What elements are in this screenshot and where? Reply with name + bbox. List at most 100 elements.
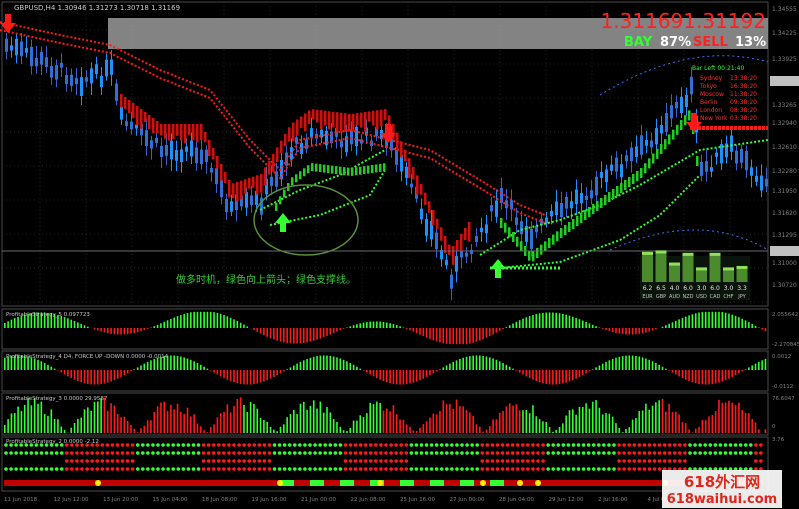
band-fill bbox=[588, 207, 591, 217]
signal-dot bbox=[597, 451, 601, 455]
histogram-bar bbox=[721, 311, 724, 328]
histogram-bar bbox=[449, 328, 451, 345]
signal-dot bbox=[657, 443, 662, 447]
strength-currency: AUD bbox=[669, 294, 680, 300]
histogram-bar bbox=[721, 370, 724, 382]
signal-dot bbox=[19, 467, 24, 471]
histogram-bar bbox=[578, 406, 581, 433]
signal-dot bbox=[217, 467, 221, 471]
signal-dot bbox=[434, 443, 439, 447]
histogram-bar bbox=[641, 328, 644, 334]
histogram-bar bbox=[734, 405, 737, 433]
signal-dot bbox=[657, 451, 662, 455]
histogram-bar bbox=[608, 360, 611, 370]
histogram-bar bbox=[246, 370, 249, 385]
histogram-bar bbox=[263, 328, 265, 336]
signal-dot bbox=[141, 451, 145, 455]
strength-currency: JPY bbox=[737, 294, 746, 300]
candle-body bbox=[200, 149, 203, 165]
histogram-bar bbox=[492, 419, 494, 433]
strength-value: 6.0 bbox=[710, 285, 720, 292]
signal-dot bbox=[287, 451, 292, 455]
band-fill bbox=[324, 110, 327, 126]
candle-body bbox=[400, 155, 403, 172]
histogram-bar bbox=[253, 328, 255, 331]
band-fill bbox=[548, 238, 551, 248]
bid-price-tag bbox=[770, 246, 799, 256]
signal-dot bbox=[232, 451, 236, 455]
histogram-bar bbox=[429, 370, 431, 376]
histogram-bar bbox=[283, 370, 285, 372]
band-fill bbox=[308, 110, 311, 124]
signal-dot bbox=[85, 459, 89, 463]
signal-dot bbox=[343, 443, 348, 447]
histogram-bar bbox=[734, 315, 737, 328]
histogram-bar bbox=[87, 326, 89, 328]
histogram-bar bbox=[322, 328, 325, 338]
histogram-bar bbox=[648, 409, 651, 433]
trading-chart[interactable]: GBPUSD,H4 1.30946 1.31273 1.30718 1.3116… bbox=[0, 0, 799, 509]
histogram-bar bbox=[518, 320, 521, 328]
histogram-bar bbox=[103, 397, 106, 433]
histogram-bar bbox=[748, 322, 750, 328]
histogram-bar bbox=[671, 370, 674, 373]
candle-body bbox=[80, 77, 83, 96]
histogram-bar bbox=[518, 410, 521, 433]
signal-dot bbox=[125, 467, 130, 471]
histogram-bar bbox=[542, 370, 544, 384]
histogram-bar bbox=[339, 426, 342, 433]
candle-body bbox=[160, 145, 163, 157]
signal-dot bbox=[303, 467, 307, 471]
signal-dot bbox=[409, 451, 414, 455]
histogram-bar bbox=[661, 366, 664, 370]
histogram-bar bbox=[422, 424, 425, 433]
signal-dot bbox=[607, 451, 611, 455]
histogram-bar bbox=[219, 370, 222, 377]
signal-dot bbox=[581, 467, 586, 471]
histogram-bar bbox=[93, 401, 96, 433]
histogram-bar bbox=[751, 365, 753, 370]
histogram-bar bbox=[724, 312, 727, 328]
price-tick: 1.33265 bbox=[772, 102, 797, 109]
histogram-bar bbox=[379, 321, 381, 328]
histogram-bar bbox=[419, 370, 421, 381]
histogram-bar bbox=[575, 317, 577, 328]
signal-dot bbox=[667, 451, 672, 455]
time-tick: 19 Jun 16:00 bbox=[252, 497, 287, 503]
signal-dot bbox=[39, 467, 44, 471]
signal-dot bbox=[505, 451, 510, 455]
signal-bar-seg bbox=[430, 480, 444, 486]
signal-dot bbox=[450, 467, 454, 471]
signal-dot bbox=[754, 451, 758, 455]
band-fill bbox=[464, 228, 467, 241]
histogram-bar bbox=[462, 406, 464, 433]
signal-dot bbox=[298, 467, 302, 471]
time-tick: 22 Jun 08:00 bbox=[351, 497, 386, 503]
candle-body bbox=[125, 121, 128, 127]
histogram-bar bbox=[522, 318, 524, 328]
band-fill bbox=[676, 124, 679, 135]
signal-dot bbox=[323, 467, 328, 471]
histogram-bar bbox=[199, 364, 202, 370]
histogram-bar bbox=[263, 419, 265, 433]
signal-dot bbox=[379, 467, 383, 471]
signal-dot bbox=[272, 443, 277, 447]
histogram-bar bbox=[648, 359, 651, 370]
histogram-bar bbox=[611, 416, 614, 433]
histogram-bar bbox=[645, 328, 647, 333]
histogram-bar bbox=[259, 328, 262, 334]
band-fill bbox=[304, 113, 307, 132]
signal-dot bbox=[176, 451, 181, 455]
candle-body bbox=[685, 94, 688, 108]
signal-dot bbox=[713, 451, 718, 455]
signal-dot bbox=[369, 451, 373, 455]
band-fill bbox=[288, 127, 291, 142]
histogram-bar bbox=[4, 425, 6, 433]
signal-dot bbox=[308, 451, 312, 455]
candle-body bbox=[150, 140, 153, 149]
signal-dot bbox=[75, 451, 79, 455]
histogram-bar bbox=[485, 356, 488, 370]
histogram-bar bbox=[180, 411, 182, 433]
histogram-bar bbox=[432, 328, 435, 341]
histogram-bar bbox=[173, 355, 176, 370]
